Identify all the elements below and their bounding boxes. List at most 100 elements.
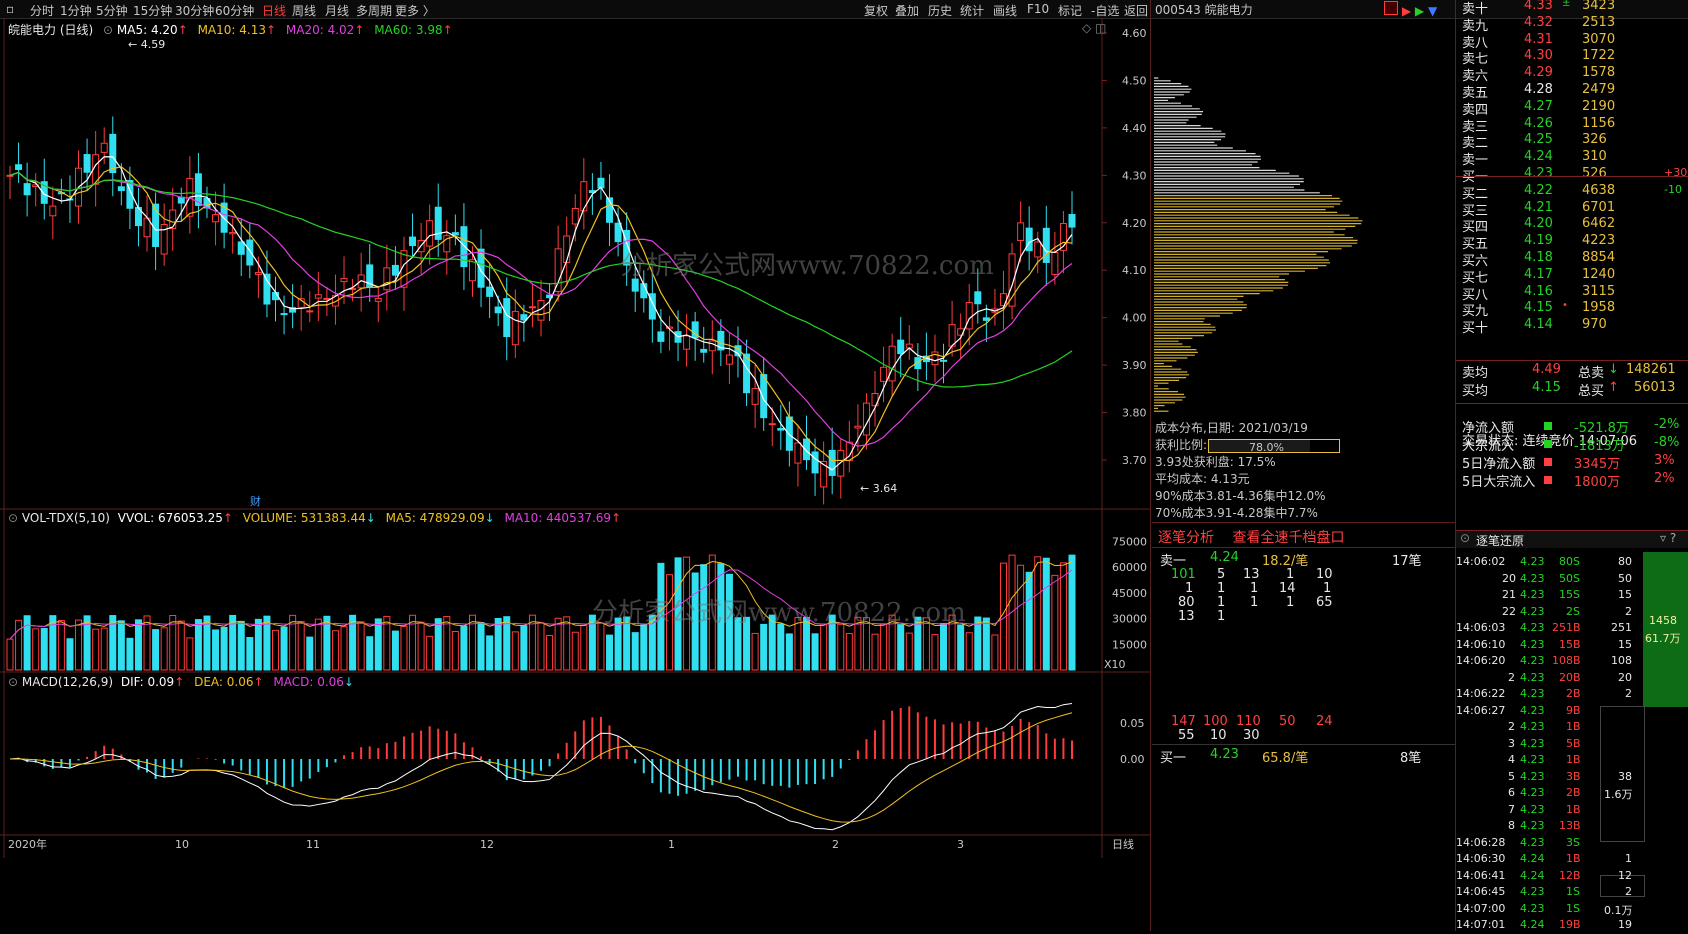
toolbar-item[interactable]: 画线: [993, 2, 1017, 19]
tick-price: 4.23: [1520, 555, 1545, 568]
tick-row[interactable]: 7 4.23 1B: [1456, 803, 1688, 819]
tick-price: 4.23: [1520, 637, 1545, 651]
flow-indicator: [1544, 476, 1552, 484]
toolbar-item[interactable]: 返回: [1124, 2, 1148, 19]
period-tab[interactable]: 1分钟: [60, 2, 92, 19]
volume-bar: [374, 618, 382, 671]
tick-price: 4.23: [1520, 835, 1545, 849]
level-volume: 1240: [1582, 266, 1616, 282]
volume-bar: [237, 620, 245, 671]
period-tab[interactable]: 日线: [262, 2, 286, 19]
candle-body: [725, 354, 733, 365]
period-tab[interactable]: 周线: [292, 2, 316, 19]
period-tab[interactable]: 分时: [30, 2, 54, 19]
ma60-label: MA60: 3.98: [374, 23, 443, 37]
toolbar-item[interactable]: -自选: [1091, 2, 1119, 19]
profit-value: 78.0%: [1249, 441, 1284, 454]
divider: [1456, 403, 1688, 404]
chart-icon[interactable]: [1384, 1, 1398, 15]
queue-order: 30: [1243, 728, 1260, 743]
tick-price: 4.23: [1520, 654, 1545, 667]
label: 卖均: [1462, 366, 1489, 381]
tick-row[interactable]: 14:06:10 4.23 15B 15: [1456, 638, 1688, 654]
flow-value: -1813万: [1574, 439, 1625, 454]
level-price: 4.18: [1524, 250, 1553, 265]
tick-row[interactable]: 14:06:27 4.23 9B: [1456, 704, 1688, 720]
volume-bar: [511, 631, 519, 671]
tick-row[interactable]: 5 4.23 3B 38: [1456, 770, 1688, 786]
tick-row[interactable]: 2 4.23 1B: [1456, 720, 1688, 736]
flow-label: 5日大宗流入: [1462, 475, 1536, 490]
tick-time: 14:06:28: [1456, 835, 1506, 849]
tick-row[interactable]: 6 4.23 2B 1.6万: [1456, 786, 1688, 802]
tick-row[interactable]: 20 4.23 50S 50: [1456, 572, 1688, 588]
window-icon[interactable]: ▫: [6, 2, 14, 16]
period-tab[interactable]: 5分钟: [96, 2, 128, 19]
tick-analysis-title[interactable]: 逐笔分析: [1158, 530, 1214, 546]
tick-row[interactable]: 14:06:28 4.23 3S: [1456, 836, 1688, 852]
flag-red-icon[interactable]: ▶: [1402, 4, 1411, 18]
settings-icon[interactable]: ⊙: [103, 23, 113, 37]
tick-row[interactable]: 14:06:30 4.24 1B 1: [1456, 852, 1688, 868]
tick-volume: 15B: [1559, 637, 1581, 651]
full-depth-link[interactable]: 查看全速千档盘口: [1232, 530, 1344, 546]
tick-time: 14:06:03: [1456, 621, 1506, 634]
collapse-icon[interactable]: ⊙: [1460, 531, 1470, 545]
period-tab[interactable]: 更多 〉: [395, 2, 435, 19]
candle-body: [828, 449, 836, 476]
flow-label: 净流入额: [1462, 421, 1515, 436]
tick-time: 3: [1508, 736, 1515, 750]
tick-row[interactable]: 14:06:41 4.24 12B 12: [1456, 869, 1688, 885]
tick-row[interactable]: 2 4.23 20B 20: [1456, 671, 1688, 687]
flag-blue-icon[interactable]: ▼: [1428, 4, 1437, 18]
queue-order: 110: [1236, 714, 1261, 729]
period-tab[interactable]: 30分钟: [175, 2, 214, 19]
tick-ref: 80: [1618, 555, 1632, 568]
toolbar-item[interactable]: 统计: [960, 2, 984, 19]
volume-bar: [880, 623, 888, 671]
candle-body: [237, 241, 245, 255]
period-tab[interactable]: 60分钟: [215, 2, 254, 19]
tick-row[interactable]: 14:07:00 4.23 1S 0.1万: [1456, 902, 1688, 918]
level-volume: 326: [1582, 132, 1607, 148]
tick-row[interactable]: 14:06:45 4.23 1S 2: [1456, 885, 1688, 901]
tick-row[interactable]: 14:06:20 4.23 108B 108: [1456, 654, 1688, 670]
toolbar-item[interactable]: 叠加: [895, 2, 919, 19]
volume-bar: [426, 635, 434, 671]
tick-row[interactable]: 14:06:22 4.23 2B 2: [1456, 687, 1688, 703]
tick-row[interactable]: 22 4.23 2S 2: [1456, 605, 1688, 621]
candle-body: [212, 214, 220, 223]
toolbar-icons[interactable]: ▶ ▶ ▼: [1384, 1, 1437, 18]
kline-chart-area[interactable]: 4.60 4.50 4.40 4.30 4.20 4.10 4.00 3.90 3.80 3.70…: [0, 18, 1152, 858]
settings-icon[interactable]: ⊙: [8, 675, 18, 689]
tick-ref: 2: [1625, 885, 1632, 898]
volume-bar: [1042, 557, 1050, 671]
period-tab[interactable]: 月线: [325, 2, 349, 19]
candle-body: [1017, 222, 1025, 241]
volume-bar: [845, 633, 853, 671]
period-tab[interactable]: 15分钟: [133, 2, 172, 19]
flag-green-icon[interactable]: ▶: [1415, 4, 1424, 18]
flow-label: 5日净流入额: [1462, 457, 1536, 472]
order-book-row: 卖九 4.32 2513: [1462, 15, 1688, 34]
toolbar-item[interactable]: F10: [1027, 2, 1049, 16]
tick-row[interactable]: 14:07:01 4.24 19B 19: [1456, 918, 1688, 934]
tick-row[interactable]: 4 4.23 1B: [1456, 753, 1688, 769]
tick-row[interactable]: 14:06:03 4.23 251B 251: [1456, 621, 1688, 637]
volume-bar: [820, 623, 828, 671]
tick-volume: 251B: [1552, 621, 1581, 634]
filter-icon[interactable]: ▿ ?: [1660, 531, 1676, 545]
toolbar-item[interactable]: 标记: [1058, 2, 1082, 19]
toolbar-item[interactable]: 复权: [864, 2, 888, 19]
volume-bar: [837, 623, 845, 671]
panel-tools[interactable]: ◇ ◫: [1082, 21, 1106, 35]
tick-row[interactable]: 21 4.23 15S 15: [1456, 588, 1688, 604]
period-tab[interactable]: 多周期: [356, 2, 392, 19]
tick-row[interactable]: 8 4.23 13B: [1456, 819, 1688, 835]
tick-row[interactable]: 14:06:02 4.23 80S 80: [1456, 555, 1688, 571]
toolbar-item[interactable]: 历史: [928, 2, 952, 19]
total-label: 总卖: [1578, 366, 1605, 381]
settings-icon[interactable]: ⊙: [8, 511, 18, 525]
tick-row[interactable]: 3 4.23 5B: [1456, 737, 1688, 753]
level-price: 4.27: [1524, 98, 1553, 114]
